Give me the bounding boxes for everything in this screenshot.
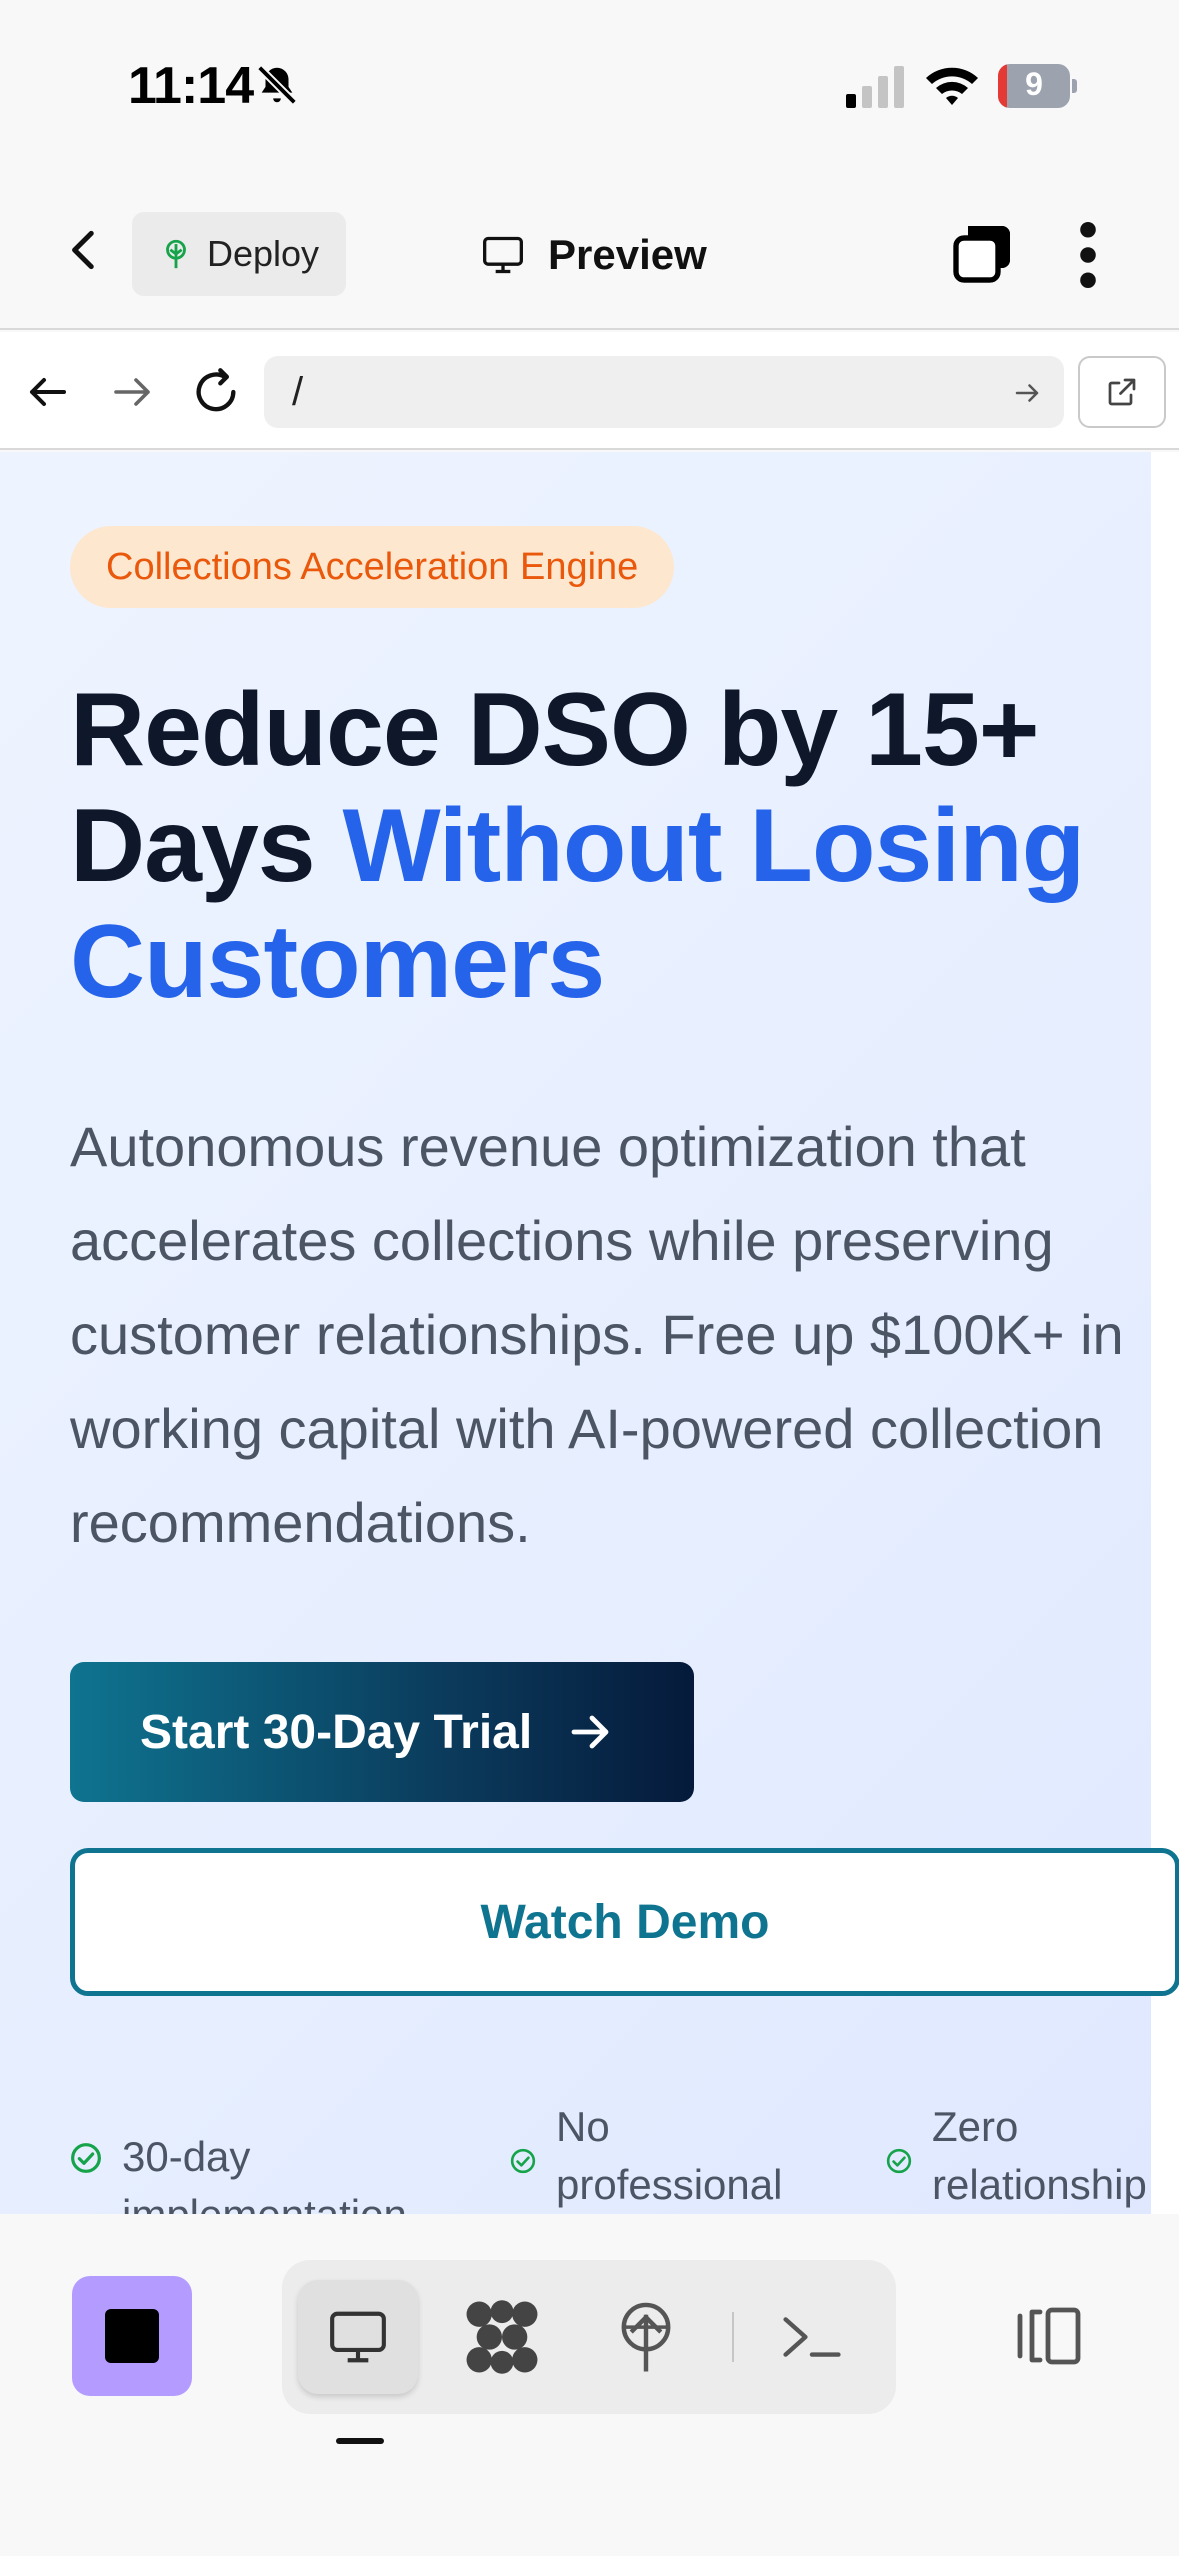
terminal-icon [783,2317,841,2357]
feature-item: Zero relationship [886,2098,1176,2214]
wifi-icon [926,67,978,105]
deploy-label: Deploy [206,233,320,274]
url-input[interactable]: / [264,356,1064,428]
stop-icon [105,2309,159,2363]
tab-deploy[interactable] [586,2280,706,2394]
bell-slash-icon [257,65,297,105]
nav-forward-icon[interactable] [108,368,156,416]
battery-icon: 9 [998,64,1078,108]
monitor-icon [483,236,523,274]
preview-page: Collections Acceleration Engine Reduce D… [0,452,1179,2214]
arrow-right-icon [571,1715,609,1749]
watch-demo-label: Watch Demo [480,1895,770,1949]
tabs-switcher-icon[interactable] [950,222,1014,286]
bottom-bar [0,2214,1179,2556]
start-trial-button[interactable]: Start 30-Day Trial [70,1662,694,1802]
feature-item: 30-day implementation [70,2128,450,2214]
feature-text: 30-day implementation [122,2133,407,2214]
deploy-tree-icon [166,239,186,269]
stop-button[interactable] [72,2276,192,2396]
tab-apps[interactable] [442,2280,562,2394]
back-chevron-icon[interactable] [60,225,110,275]
deploy-tree-icon [621,2302,671,2372]
url-value: / [292,370,304,414]
preview-tab[interactable]: Preview [480,220,707,290]
monitor-icon [330,2311,386,2363]
hero-subtitle: Autonomous revenue optimization that acc… [70,1115,1124,1554]
status-time: 11:14 [128,57,254,115]
split-layout-icon[interactable] [1008,2304,1084,2368]
status-bar: 11:14 9 [0,0,1179,170]
check-circle-icon [71,2143,101,2173]
top-toolbar: Deploy Preview [0,170,1179,330]
check-circle-icon [510,2148,536,2174]
more-menu-icon[interactable] [1070,220,1106,290]
url-bar: / [0,332,1179,450]
hero-badge: Collections Acceleration Engine [70,526,675,608]
tab-divider [732,2312,734,2362]
hero-headline: Reduce DSO by 15+ Days Without Losing Cu… [70,672,1179,1020]
active-tab-indicator [336,2438,384,2444]
feature-text: Zero relationship [932,2103,1147,2208]
feature-item: No professional [510,2098,830,2214]
open-external-button[interactable] [1078,356,1166,428]
view-switcher [282,2260,896,2414]
apps-grid-icon [466,2300,538,2374]
watch-demo-button[interactable]: Watch Demo [70,1848,1179,1996]
tab-preview[interactable] [298,2280,418,2394]
preview-label: Preview [548,231,707,278]
reload-icon[interactable] [190,366,242,418]
check-circle-icon [886,2148,912,2174]
url-go-icon[interactable] [1012,378,1042,408]
battery-level: 9 [1025,66,1043,102]
nav-back-icon[interactable] [24,368,72,416]
tab-terminal[interactable] [752,2280,872,2394]
start-trial-label: Start 30-Day Trial [140,1705,533,1759]
external-link-icon [1108,378,1136,406]
feature-text: No professional [556,2103,783,2208]
deploy-button[interactable]: Deploy [132,212,346,296]
signal-icon [846,66,904,108]
